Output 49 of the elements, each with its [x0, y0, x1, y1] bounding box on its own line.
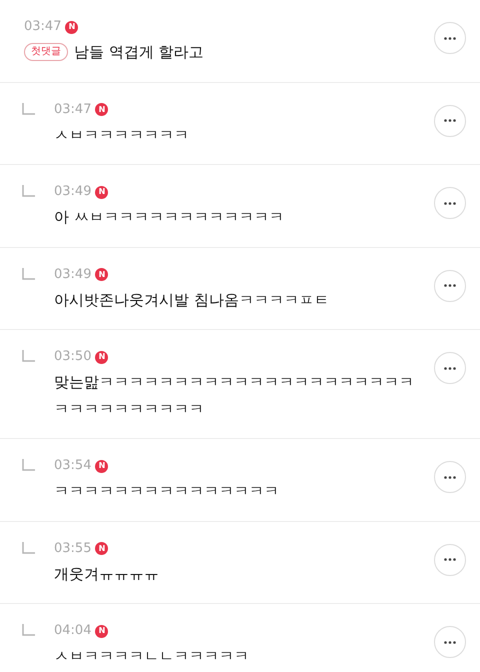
- reply-icon: [22, 624, 36, 636]
- more-icon: [444, 202, 456, 204]
- more-icon: [444, 284, 456, 287]
- reply-icon: [22, 350, 36, 362]
- comment-text: 아시밧존나웃겨시발 침나옴ㅋㅋㅋㅋㅍㅌ: [54, 290, 329, 310]
- comment-time: 04:04: [54, 622, 92, 640]
- comment-text: ㅋㅋㅋㅋㅋㅋㅋㅋㅋㅋㅋㅋㅋㅋㅋ: [54, 481, 279, 502]
- more-icon: [444, 366, 456, 370]
- new-badge: N: [95, 268, 108, 281]
- comment-time: 03:47: [24, 18, 62, 36]
- new-badge: N: [95, 624, 108, 638]
- more-button[interactable]: [434, 544, 466, 576]
- comment-time: 03:54: [54, 457, 92, 476]
- more-button[interactable]: [434, 270, 466, 302]
- more-icon: [444, 640, 456, 644]
- comment-text: 아 ㅆㅂㅋㅋㅋㅋㅋㅋㅋㅋㅋㅋㅋㅋ: [54, 207, 284, 228]
- reply-icon: [22, 102, 36, 114]
- more-button[interactable]: [434, 187, 466, 219]
- more-button[interactable]: [434, 104, 466, 136]
- reply-icon: [22, 268, 36, 280]
- more-button[interactable]: [434, 461, 466, 493]
- new-badge: N: [95, 542, 108, 555]
- more-icon: [444, 119, 456, 122]
- reply-icon: [22, 542, 36, 554]
- more-icon: [444, 558, 456, 561]
- more-icon: [444, 36, 456, 40]
- more-icon: [444, 476, 456, 478]
- comment-text: ㅅㅂㅋㅋㅋㅋㅋㅋㅋ: [54, 124, 189, 146]
- comment-time: 03:50: [54, 348, 92, 366]
- more-button[interactable]: [434, 626, 466, 658]
- comment-time: 03:47: [54, 100, 92, 119]
- comment-time: 03:49: [54, 266, 92, 284]
- comment-text: 남들 역겹게 할라고: [74, 42, 204, 63]
- new-badge: N: [95, 186, 108, 198]
- new-badge: N: [95, 103, 108, 116]
- comment-time: 03:49: [54, 183, 92, 202]
- new-badge: N: [95, 350, 108, 364]
- more-button[interactable]: [434, 22, 466, 54]
- reply-icon: [22, 185, 36, 197]
- comment-time: 03:55: [54, 540, 92, 558]
- new-badge: N: [95, 460, 108, 472]
- reply-icon: [22, 459, 36, 471]
- comment-text: ㅅㅂㅋㅋㅋㅋㄴㄴㅋㅋㅋㅋㅋ: [54, 646, 249, 667]
- new-badge: N: [65, 20, 78, 34]
- comment-text: ㅋㅋㅋㅋㅋㅋㅋㅋㅋㅋ: [54, 398, 205, 420]
- more-button[interactable]: [434, 352, 466, 384]
- first-comment-label: 첫댓글: [24, 43, 68, 62]
- comment-text: 맞는맖ㅋㅋㅋㅋㅋㅋㅋㅋㅋㅋㅋㅋㅋㅋㅋㅋㅋㅋㅋㅋㅋ: [54, 372, 414, 393]
- comment-text: 개웃겨ㅠㅠㅠㅠ: [54, 564, 159, 584]
